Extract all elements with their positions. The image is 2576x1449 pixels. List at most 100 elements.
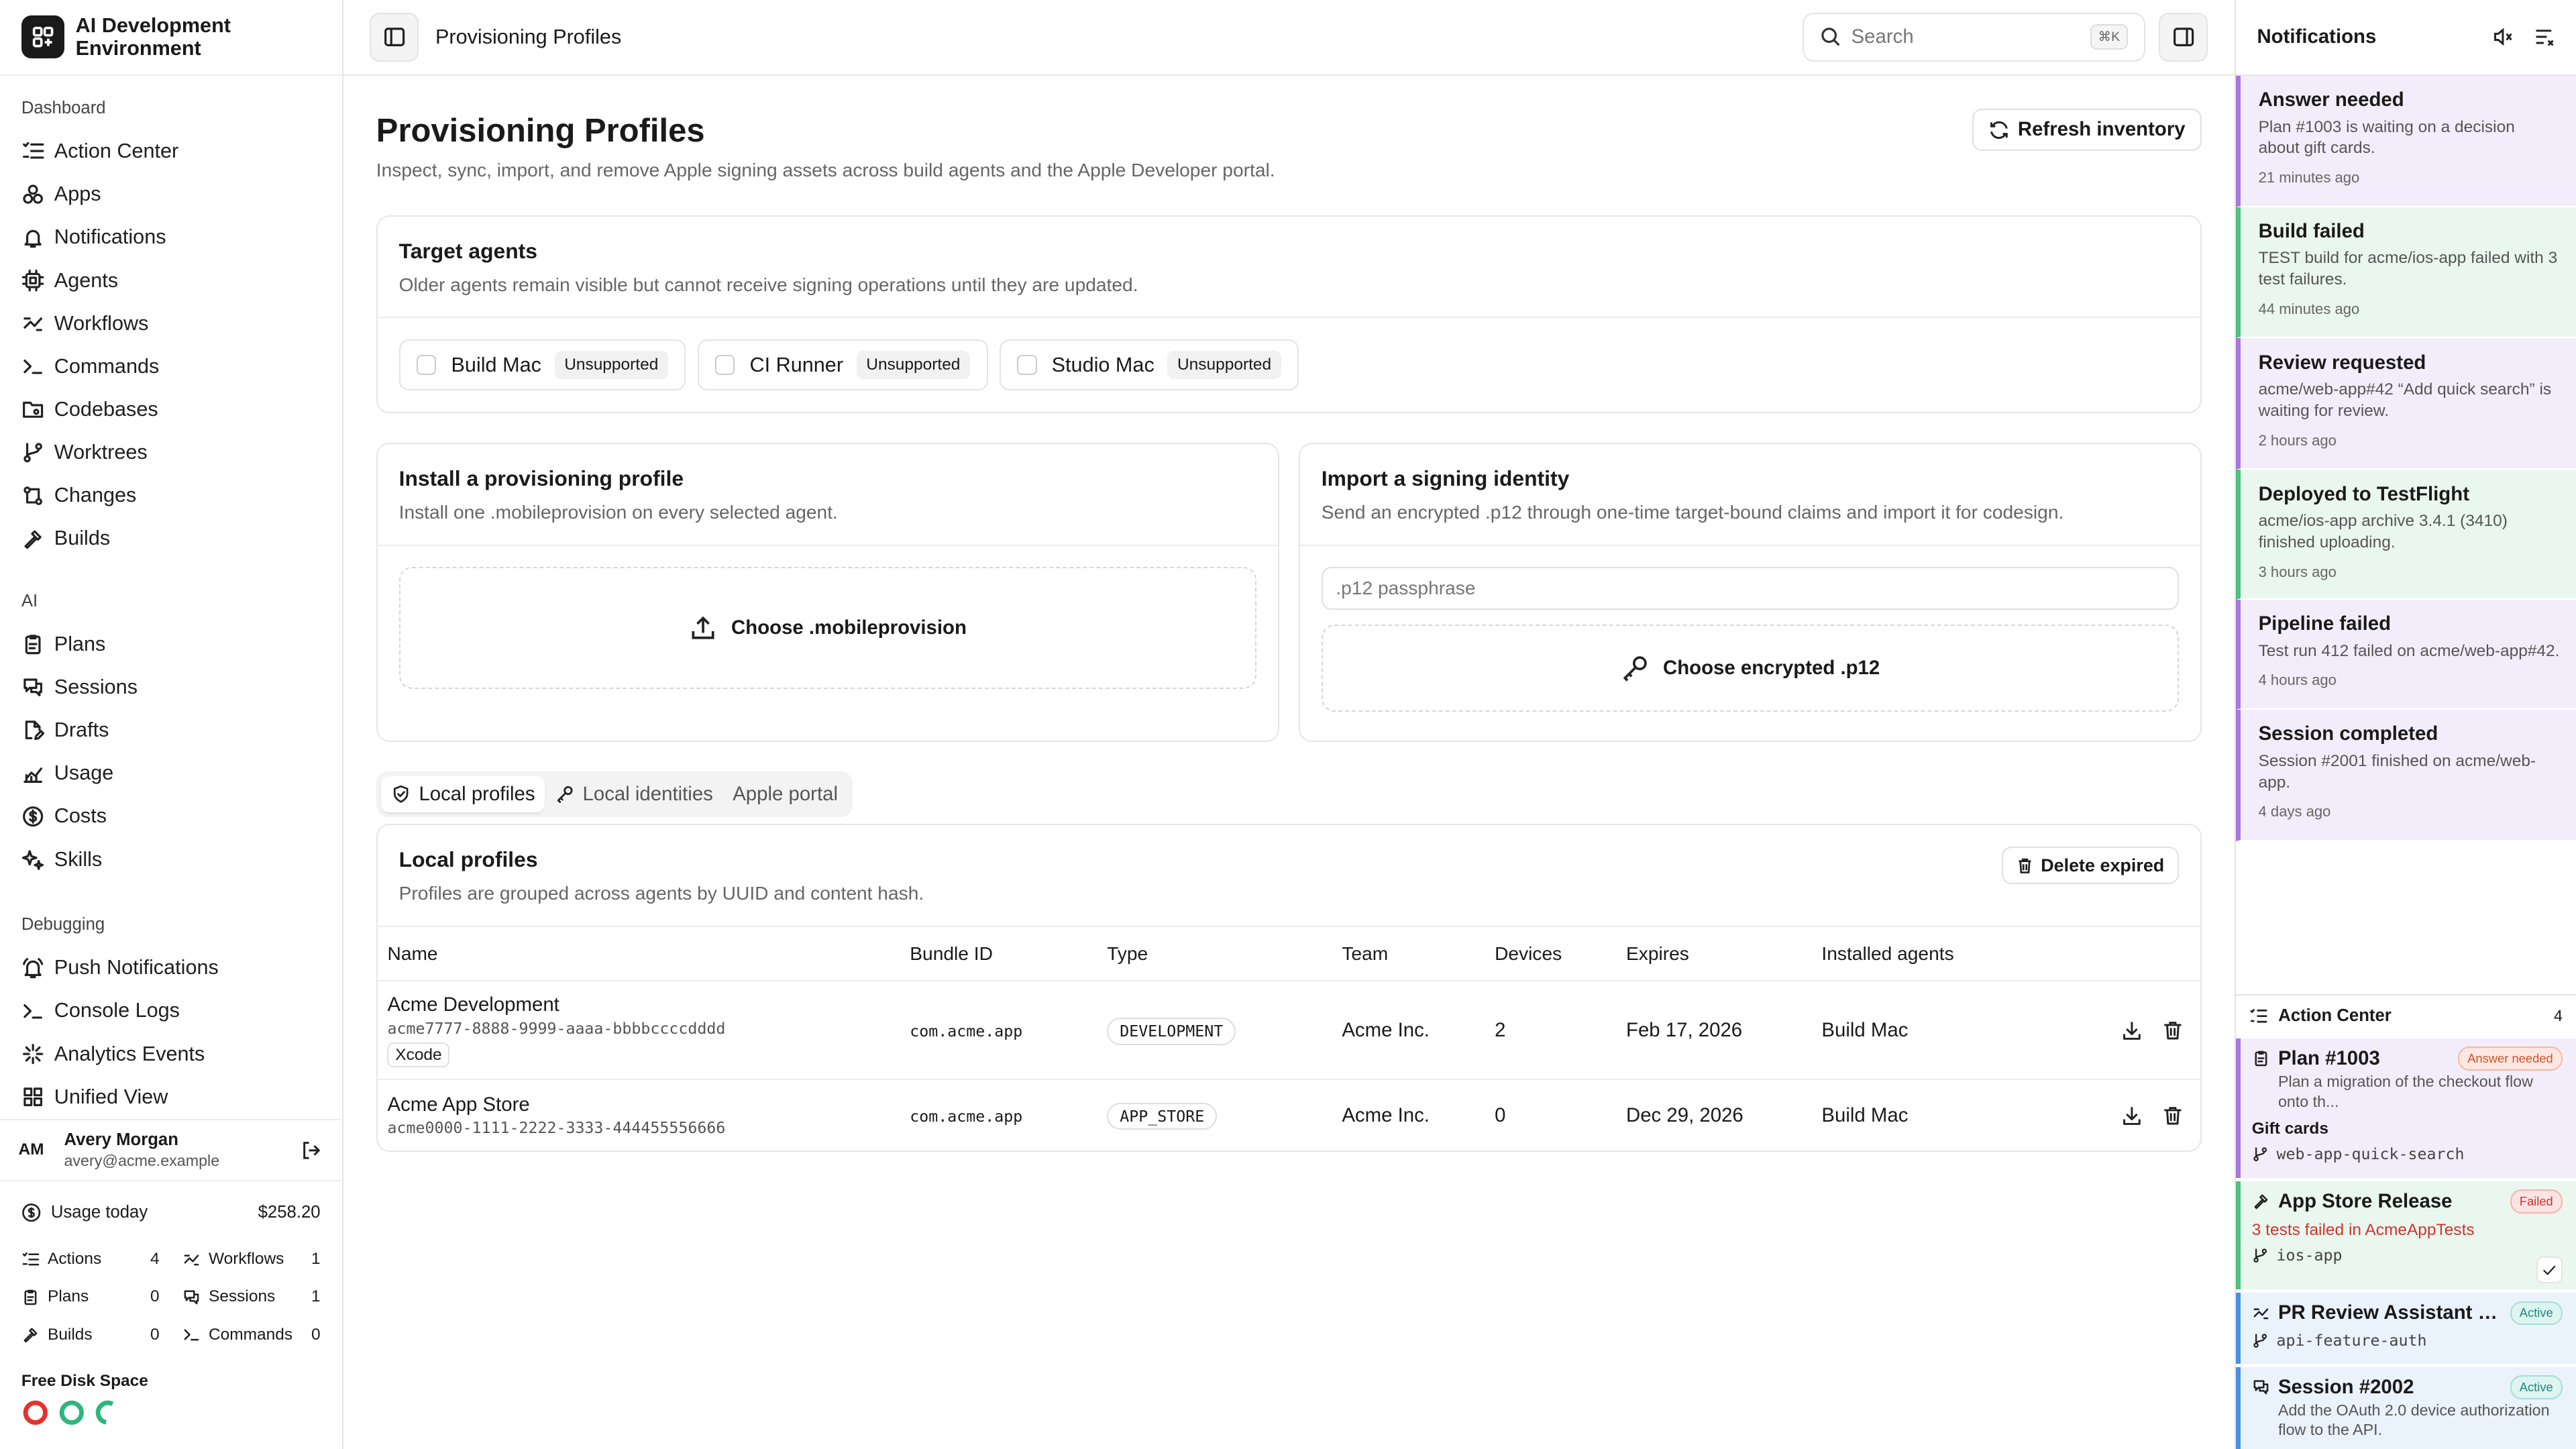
tab-label: Local profiles xyxy=(419,783,535,806)
cell-installed-agents: Build Mac xyxy=(1811,981,2009,1081)
column-header-type: Type xyxy=(1097,926,1332,982)
sidebar-item-label: Drafts xyxy=(54,718,109,742)
sidebar-item-plans[interactable]: Plans xyxy=(0,623,341,665)
agent-checkbox[interactable] xyxy=(715,355,735,375)
disk-ring-0 xyxy=(21,1399,50,1427)
agent-option-ci-runner[interactable]: CI Runner Unsupported xyxy=(697,339,988,391)
notification-body: acme/web-app#42 “Add quick search” is wa… xyxy=(2258,380,2552,421)
sidebar-item-changes[interactable]: Changes xyxy=(0,474,341,517)
notification-item[interactable]: Session completed Session #2001 finished … xyxy=(2235,709,2576,841)
key-icon xyxy=(555,784,583,804)
action-item-plan-1003[interactable]: Plan #1003 Answer needed Plan a migration … xyxy=(2235,1038,2576,1178)
folder-git-icon xyxy=(21,398,54,421)
sidebar-item-sessions[interactable]: Sessions xyxy=(0,665,341,708)
action-item-app-store-release[interactable]: App Store Release Failed 3 tests failed in… xyxy=(2235,1181,2576,1290)
page-title: Provisioning Profiles xyxy=(376,112,705,149)
action-status-badge: Failed xyxy=(2510,1189,2563,1214)
import-identity-title: Import a signing identity xyxy=(1321,466,1570,490)
usage-stat-plans: Plans 0 xyxy=(21,1278,160,1316)
sidebar-item-commands[interactable]: Commands xyxy=(0,345,341,388)
trash-icon[interactable] xyxy=(2162,1020,2184,1041)
dollar-circle-icon xyxy=(21,1203,51,1222)
trash-icon[interactable] xyxy=(2162,1105,2184,1126)
sidebar-item-worktrees[interactable]: Worktrees xyxy=(0,431,341,474)
sidebar-item-costs[interactable]: Costs xyxy=(0,795,341,838)
agent-option-studio-mac[interactable]: Studio Mac Unsupported xyxy=(999,339,1299,391)
notification-item[interactable]: Answer needed Plan #1003 is waiting on a … xyxy=(2235,75,2576,207)
sidebar-item-codebases[interactable]: Codebases xyxy=(0,388,341,431)
table-row[interactable]: Acme App Store acme0000-1111-2222-3333-44… xyxy=(378,1079,2200,1150)
install-profile-title: Install a provisioning profile xyxy=(398,466,684,490)
stat-label: Commands xyxy=(209,1325,293,1344)
download-icon[interactable] xyxy=(2121,1105,2143,1126)
notification-list: Answer needed Plan #1003 is waiting on a … xyxy=(2235,75,2576,841)
sidebar-item-label: Commands xyxy=(54,354,160,378)
search-shortcut: ⌘K xyxy=(2090,24,2128,50)
notifications-header: Notifications xyxy=(2235,0,2576,76)
choose-mobileprovision-button[interactable]: Choose .mobileprovision xyxy=(398,567,1256,689)
action-item-session-2002[interactable]: Session #2002 Active Add the OAuth 2.0 dev… xyxy=(2235,1366,2576,1449)
agent-checkbox[interactable] xyxy=(1017,355,1037,375)
target-agents-card: Target agents Older agents remain visibl… xyxy=(376,215,2202,413)
bell-icon xyxy=(21,226,54,249)
sidebar-item-agents[interactable]: Agents xyxy=(0,259,341,302)
column-header-expires: Expires xyxy=(1616,926,1812,982)
action-item-pr-review-assistant-4[interactable]: PR Review Assistant #4... Active api-featu… xyxy=(2235,1293,2576,1364)
cell-team: Acme Inc. xyxy=(1342,1104,1430,1126)
action-item-title: Session #2002 xyxy=(2277,1375,2414,1398)
notification-item[interactable]: Build failed TEST build for acme/ios-app … xyxy=(2235,207,2576,339)
tab-local-identities[interactable]: Local identities xyxy=(545,776,722,812)
delete-expired-button[interactable]: Delete expired xyxy=(2001,846,2179,885)
sidebar-item-analytics-events[interactable]: Analytics Events xyxy=(0,1032,341,1075)
toggle-panel-button[interactable] xyxy=(2158,12,2208,62)
app-window: AI Development Environment Dashboard Acti… xyxy=(0,0,2576,1449)
agent-status-badge: Unsupported xyxy=(856,350,971,380)
mute-icon[interactable] xyxy=(2492,26,2514,48)
sidebar-item-label: Worktrees xyxy=(54,441,148,464)
refresh-inventory-button[interactable]: Refresh inventory xyxy=(1972,108,2202,152)
notification-item[interactable]: Pipeline failed Test run 412 failed on ac… xyxy=(2235,599,2576,710)
agent-checkbox[interactable] xyxy=(417,355,437,375)
sidebar-item-usage[interactable]: Usage xyxy=(0,752,341,795)
cell-expires: Dec 29, 2026 xyxy=(1626,1104,1743,1126)
clear-all-icon[interactable] xyxy=(2533,26,2555,48)
check-icon[interactable] xyxy=(2536,1256,2563,1283)
sidebar-item-action-center[interactable]: Action Center xyxy=(0,129,341,172)
download-icon[interactable] xyxy=(2121,1020,2143,1041)
sidebar-item-builds[interactable]: Builds xyxy=(0,517,341,560)
tab-apple-portal[interactable]: Apple portal xyxy=(723,776,848,812)
agent-name: Build Mac xyxy=(451,353,541,376)
notification-item[interactable]: Deployed to TestFlight acme/ios-app archi… xyxy=(2235,470,2576,600)
tab-local-profiles[interactable]: Local profiles xyxy=(381,776,545,812)
sidebar-item-console-logs[interactable]: Console Logs xyxy=(0,989,341,1032)
brand[interactable]: AI Development Environment xyxy=(0,0,342,76)
toggle-sidebar-button[interactable] xyxy=(370,12,419,62)
sidebar-item-unified-view[interactable]: Unified View xyxy=(0,1075,341,1118)
notification-item[interactable]: Review requested acme/web-app#42 “Add qui… xyxy=(2235,338,2576,470)
sidebar-item-notifications[interactable]: Notifications xyxy=(0,216,341,259)
choose-mobileprovision-label: Choose .mobileprovision xyxy=(731,616,967,639)
choose-p12-button[interactable]: Choose encrypted .p12 xyxy=(1321,625,2179,712)
sidebar-item-apps[interactable]: Apps xyxy=(0,173,341,216)
usage-stat-actions: Actions 4 xyxy=(21,1240,160,1278)
action-status-badge: Active xyxy=(2510,1301,2563,1326)
cell-devices: 2 xyxy=(1485,981,1617,1081)
profile-type-badge: DEVELOPMENT xyxy=(1107,1018,1236,1045)
sidebar-item-skills[interactable]: Skills xyxy=(0,838,341,881)
p12-passphrase-input[interactable]: .p12 passphrase xyxy=(1321,567,2179,610)
sidebar-item-push-notifications[interactable]: Push Notifications xyxy=(0,947,341,989)
logout-icon[interactable] xyxy=(301,1140,322,1161)
sparkle-icon xyxy=(21,1042,54,1065)
cell-actions xyxy=(2009,1079,2200,1150)
choose-p12-label: Choose encrypted .p12 xyxy=(1663,656,1880,679)
action-center-header[interactable]: Action Center 4 xyxy=(2235,994,2576,1037)
stat-value: 1 xyxy=(311,1250,321,1269)
sidebar-item-label: Sessions xyxy=(54,675,138,698)
sidebar-item-workflows[interactable]: Workflows xyxy=(0,302,341,345)
target-agents-desc: Older agents remain visible but cannot r… xyxy=(398,274,1138,295)
search-input[interactable]: Search ⌘K xyxy=(1802,12,2146,62)
table-row[interactable]: Acme Development acme7777-8888-9999-aaaa-… xyxy=(377,981,2200,1081)
sidebar-item-drafts[interactable]: Drafts xyxy=(0,708,341,751)
user-profile[interactable]: AM Avery Morgan avery@acme.example xyxy=(0,1118,342,1181)
agent-option-build-mac[interactable]: Build Mac Unsupported xyxy=(398,339,686,391)
